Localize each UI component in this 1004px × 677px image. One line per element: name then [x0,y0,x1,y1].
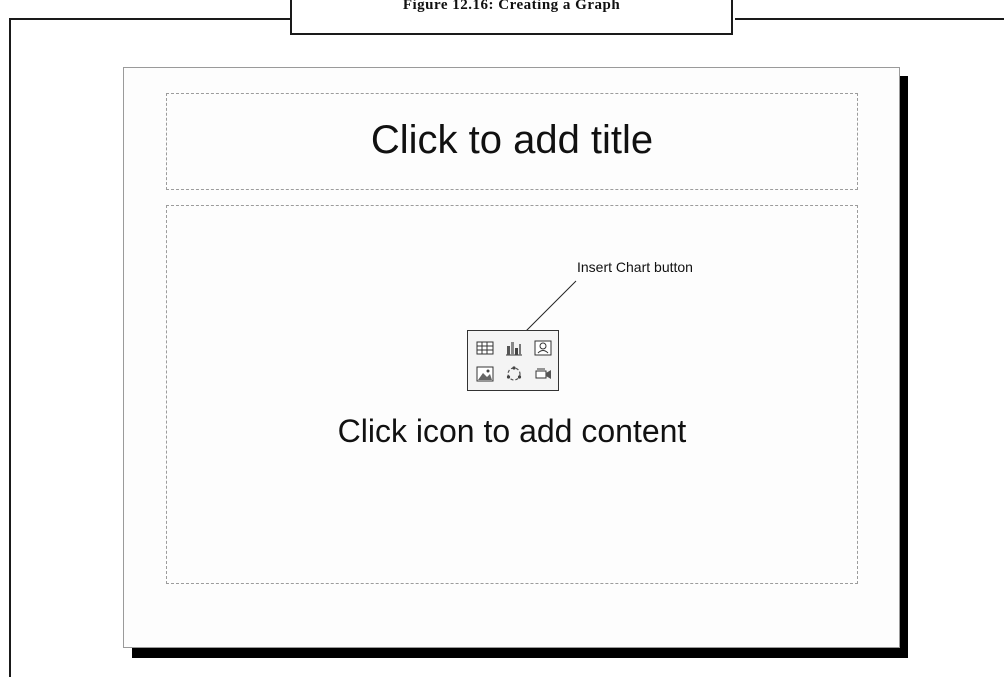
content-placeholder[interactable]: Insert Chart button Click icon to add co… [166,205,858,584]
figure-frame-top-rule-left [9,18,292,20]
title-placeholder[interactable]: Click to add title [166,93,858,190]
insert-diagram-icon[interactable] [503,364,525,384]
figure-frame-left-rule [9,18,11,677]
title-placeholder-text: Click to add title [370,118,654,162]
insert-clip-art-icon[interactable] [532,338,554,358]
insert-media-clip-icon[interactable] [532,364,554,384]
content-placeholder-text: Click icon to add content [337,413,687,449]
insert-chart-icon[interactable] [503,338,525,358]
figure-frame-top-rule-right [735,18,1004,20]
figure-caption-box: Figure 12.16: Creating a Graph [290,0,733,35]
insert-chart-callout-label: Insert Chart button [577,259,693,275]
insert-table-icon[interactable] [474,338,496,358]
figure-caption: Figure 12.16: Creating a Graph [402,0,621,13]
callout-leader-line [520,280,577,337]
slide: Click to add title Insert Chart button C… [123,67,900,648]
content-icon-palette [467,330,559,391]
insert-picture-icon[interactable] [474,364,496,384]
